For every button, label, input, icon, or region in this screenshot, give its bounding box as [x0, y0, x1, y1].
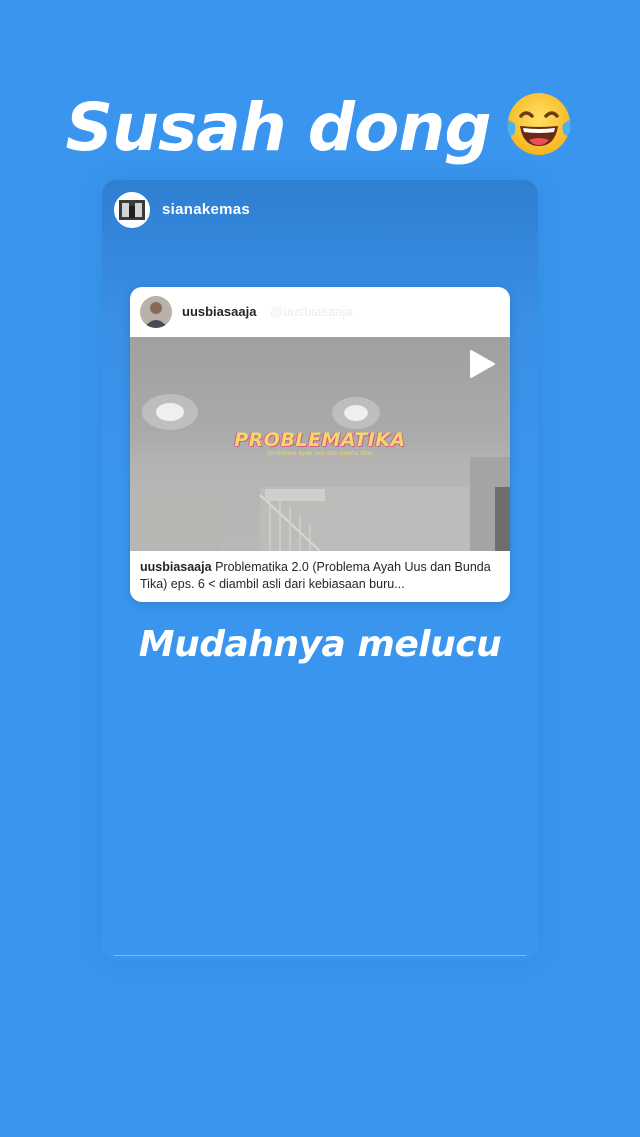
- sharer-avatar[interactable]: [114, 192, 150, 228]
- story-subheadline: Mudahnya melucu: [138, 624, 502, 665]
- post-header: uusbiasaaja @uusbiasaaja: [130, 287, 510, 337]
- post-caption: uusbiasaaja Problematika 2.0 (Problema A…: [140, 559, 502, 593]
- video-title-overlay: PROBLEMATIKA: [234, 429, 406, 451]
- sharer-username[interactable]: sianakemas: [162, 201, 250, 218]
- post-author-username[interactable]: uusbiasaaja: [182, 304, 256, 319]
- post-author-watermark: @uusbiasaaja: [270, 304, 353, 319]
- post-author-avatar[interactable]: [140, 296, 172, 328]
- story-headline: Susah dong: [0, 88, 640, 161]
- video-subtitle-overlay: (problema ayah uus dan bunda tika): [266, 451, 374, 457]
- post-card[interactable]: uusbiasaaja @uusbiasaaja PROBLEMATIKA (p…: [130, 287, 510, 602]
- frame-divider: [114, 955, 526, 956]
- tears-of-joy-emoji-icon: [503, 88, 575, 160]
- caption-username[interactable]: uusbiasaaja: [140, 560, 212, 574]
- headline-text: Susah dong: [65, 89, 491, 166]
- post-video-thumbnail[interactable]: PROBLEMATIKA (problema ayah uus dan bund…: [130, 337, 510, 551]
- play-icon[interactable]: [468, 349, 496, 379]
